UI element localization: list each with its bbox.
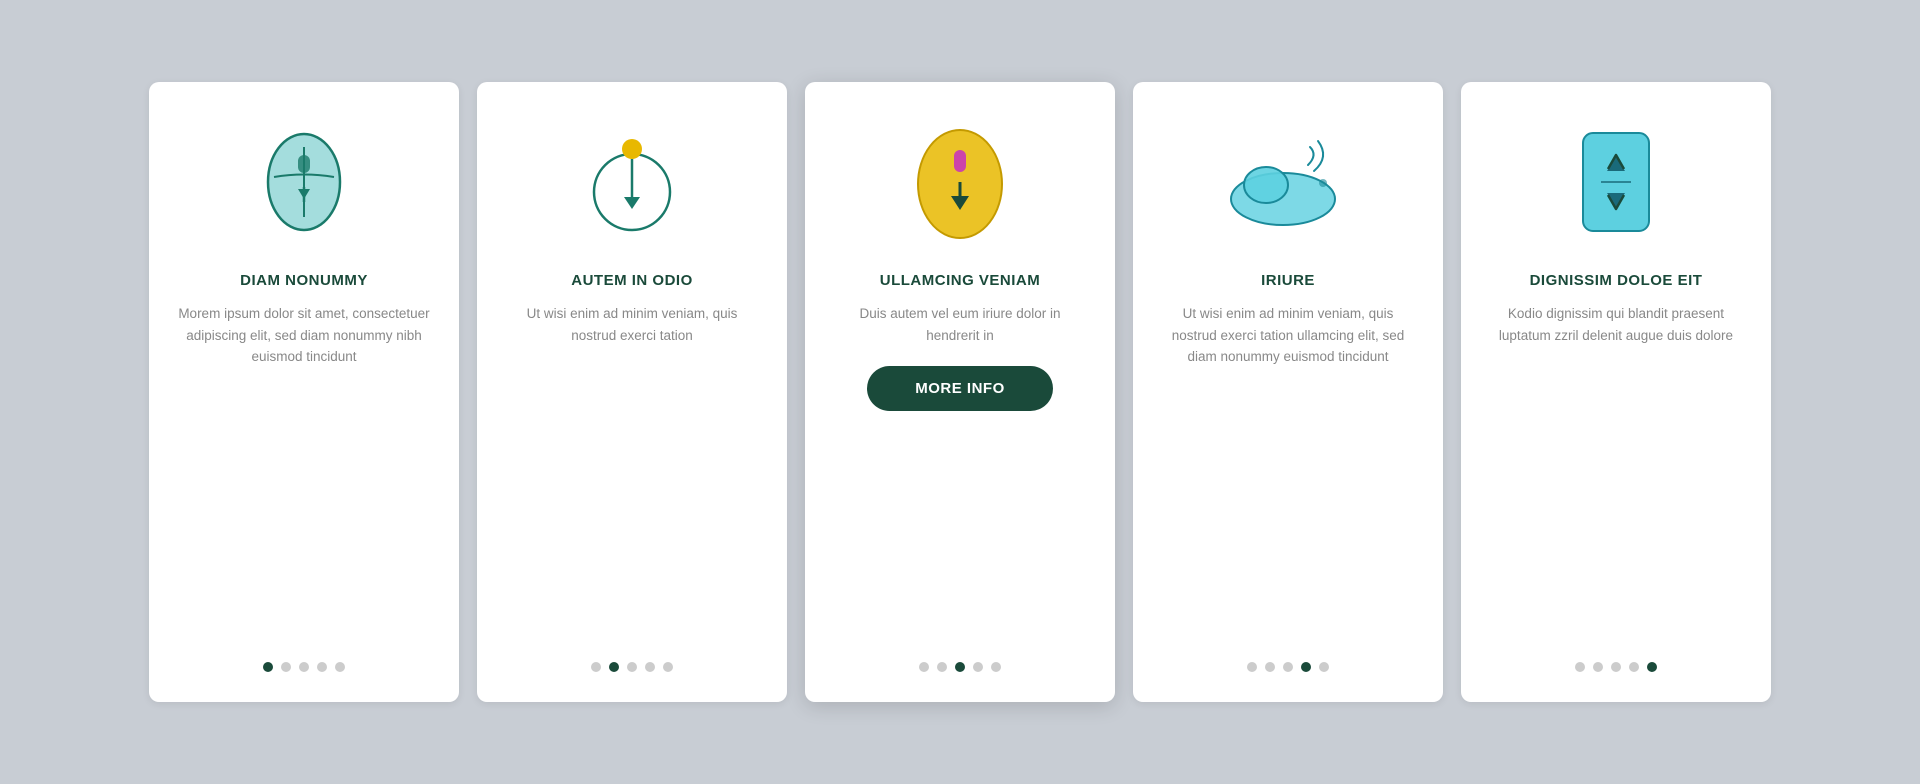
dot-active [955, 662, 965, 672]
card-5: DIGNISSIM DOLOE EIT Kodio dignissim qui … [1461, 82, 1771, 702]
dot [1611, 662, 1621, 672]
card-5-text: Kodio dignissim qui blandit praesent lup… [1489, 303, 1743, 346]
dot [1319, 662, 1329, 672]
more-info-button[interactable]: MORE INFO [867, 366, 1053, 411]
dot [591, 662, 601, 672]
dot [1593, 662, 1603, 672]
card-5-dots [1575, 638, 1657, 672]
card-1-title: DIAM NONUMMY [240, 272, 368, 289]
card-3: ULLAMCING VENIAM Duis autem vel eum iriu… [805, 82, 1115, 702]
card-4-dots [1247, 638, 1329, 672]
dot [281, 662, 291, 672]
card-2-dots [591, 638, 673, 672]
dot [919, 662, 929, 672]
card-4: IRIURE Ut wisi enim ad minim veniam, qui… [1133, 82, 1443, 702]
cards-container: DIAM NONUMMY Morem ipsum dolor sit amet,… [69, 22, 1851, 762]
dot [1265, 662, 1275, 672]
dot [1575, 662, 1585, 672]
card-3-text: Duis autem vel eum iriure dolor in hendr… [833, 303, 1087, 346]
dot [299, 662, 309, 672]
dot-active [609, 662, 619, 672]
card-3-title: ULLAMCING VENIAM [880, 272, 1041, 289]
card-1-dots [263, 638, 345, 672]
dot [1247, 662, 1257, 672]
card-1: DIAM NONUMMY Morem ipsum dolor sit amet,… [149, 82, 459, 702]
card-1-text: Morem ipsum dolor sit amet, consectetuer… [177, 303, 431, 368]
dot [645, 662, 655, 672]
card-2-text: Ut wisi enim ad minim veniam, quis nostr… [505, 303, 759, 346]
card-5-title: DIGNISSIM DOLOE EIT [1530, 272, 1703, 289]
scroll-down-circle-icon [572, 122, 692, 242]
dot [627, 662, 637, 672]
dot [1629, 662, 1639, 672]
dot [973, 662, 983, 672]
dot-active [1647, 662, 1657, 672]
elevator-button-icon [1556, 122, 1676, 242]
dot [937, 662, 947, 672]
card-3-dots [919, 638, 1001, 672]
card-2-title: AUTEM IN ODIO [571, 272, 693, 289]
card-4-title: IRIURE [1261, 272, 1315, 289]
card-4-text: Ut wisi enim ad minim veniam, quis nostr… [1161, 303, 1415, 368]
dot-active [1301, 662, 1311, 672]
mouse-scroll-icon [244, 122, 364, 242]
dot [991, 662, 1001, 672]
card-2: AUTEM IN ODIO Ut wisi enim ad minim veni… [477, 82, 787, 702]
mouse-wireless-icon [1228, 122, 1348, 242]
dot [663, 662, 673, 672]
dot-active [263, 662, 273, 672]
mouse-oval-icon [900, 122, 1020, 242]
dot [317, 662, 327, 672]
dot [335, 662, 345, 672]
dot [1283, 662, 1293, 672]
